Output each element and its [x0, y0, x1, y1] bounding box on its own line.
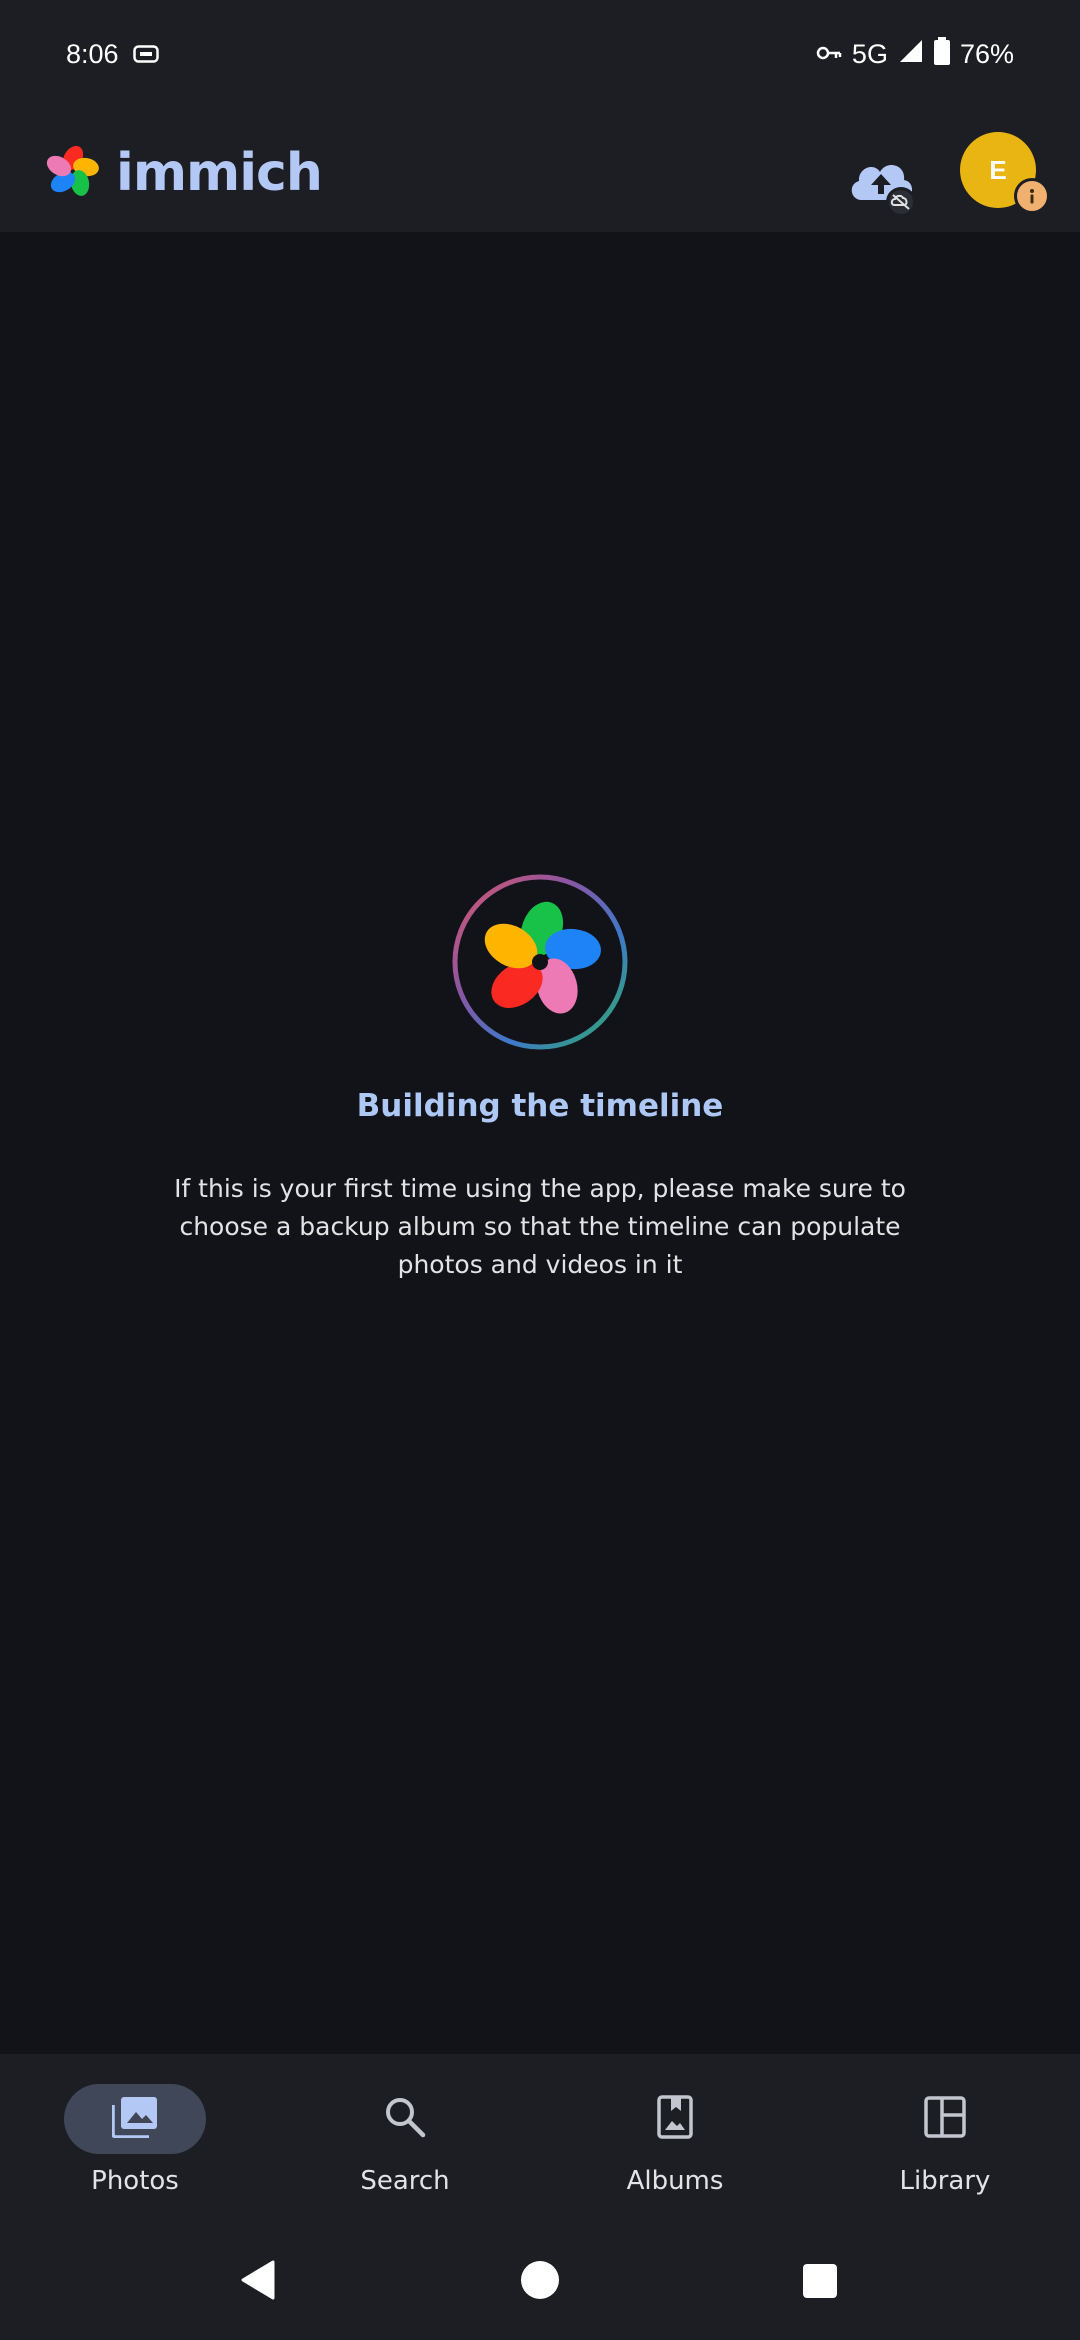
battery-percent: 76% [959, 38, 1014, 69]
nav-pill-search [334, 2084, 476, 2154]
system-navigation-bar [0, 2234, 1080, 2340]
nav-label-photos: Photos [91, 2166, 179, 2196]
info-badge-icon [1014, 178, 1050, 214]
vpn-key-icon [816, 39, 842, 70]
nav-pill-photos [64, 2084, 206, 2154]
recents-icon[interactable] [803, 2264, 837, 2302]
user-avatar[interactable]: E [960, 132, 1050, 214]
home-icon[interactable] [520, 2260, 560, 2304]
nav-pill-library [874, 2084, 1016, 2154]
immich-spinner-icon [450, 872, 630, 1052]
nav-item-library[interactable]: Library [810, 2054, 1080, 2234]
bottom-navigation: Photos Search Albums Library [0, 2054, 1080, 2234]
status-right: 5G 76% [816, 36, 1014, 72]
battery-icon [933, 36, 950, 72]
signal-icon [898, 38, 924, 71]
search-icon [384, 2096, 426, 2142]
status-time: 8:06 [66, 38, 119, 69]
status-bar: 8:06 5G 76% [0, 0, 1080, 108]
avatar-initial: E [989, 154, 1007, 185]
nav-label-search: Search [360, 2166, 450, 2196]
immich-logo-icon [42, 140, 104, 206]
nav-item-photos[interactable]: Photos [0, 2054, 270, 2234]
empty-state-description: If this is your first time using the app… [174, 1174, 906, 1279]
back-icon[interactable] [240, 2260, 276, 2304]
library-icon [924, 2096, 966, 2142]
nav-pill-albums [604, 2084, 746, 2154]
backup-cloud-button[interactable] [844, 144, 920, 220]
app-name: immich [116, 143, 323, 203]
screen-record-icon [132, 39, 159, 70]
albums-icon [657, 2095, 693, 2143]
page-title: Building the timeline [356, 1088, 724, 1124]
app-logo: immich [42, 140, 323, 206]
timeline-area: Building the timeline If this is your fi… [0, 232, 1080, 2054]
network-type: 5G [851, 38, 888, 69]
nav-item-albums[interactable]: Albums [540, 2054, 810, 2234]
status-left: 8:06 [66, 39, 159, 70]
app-bar: immich E [0, 108, 1080, 232]
photos-icon [111, 2096, 158, 2142]
cloud-upload-icon [844, 165, 920, 224]
nav-label-albums: Albums [626, 2166, 724, 2196]
nav-label-library: Library [899, 2166, 991, 2196]
nav-item-search[interactable]: Search [270, 2054, 540, 2234]
